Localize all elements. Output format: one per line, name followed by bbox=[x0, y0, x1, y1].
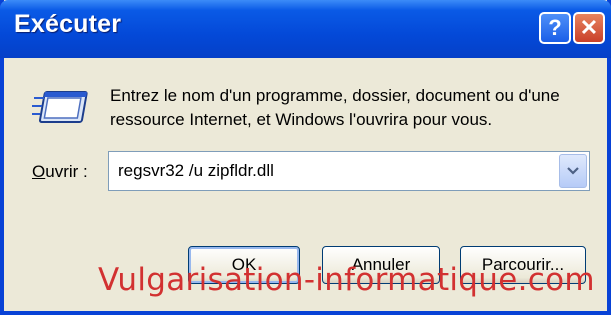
help-icon: ? bbox=[548, 15, 562, 40]
dropdown-button[interactable] bbox=[559, 154, 587, 188]
watermark-text: Vulgarisation-informatique.com bbox=[98, 262, 595, 298]
close-button[interactable]: ✕ bbox=[573, 12, 605, 44]
open-label-rest: uvrir : bbox=[45, 162, 88, 181]
dialog-description: Entrez le nom d'un programme, dossier, d… bbox=[110, 86, 560, 129]
open-label-mnemonic: O bbox=[32, 162, 46, 181]
help-button[interactable]: ? bbox=[539, 12, 571, 44]
window-title: Exécuter bbox=[14, 10, 122, 38]
close-icon: ✕ bbox=[579, 15, 599, 40]
title-bar[interactable]: Exécuter ? ✕ bbox=[0, 0, 611, 58]
run-icon bbox=[32, 91, 88, 123]
open-label: Ouvrir : bbox=[32, 162, 88, 182]
chevron-down-icon bbox=[567, 167, 579, 175]
open-input[interactable]: regsvr32 /u zipfldr.dll bbox=[118, 161, 274, 181]
run-dialog: Exécuter ? ✕ Entrez le nom d'un programm… bbox=[0, 0, 611, 315]
open-combobox[interactable]: regsvr32 /u zipfldr.dll bbox=[108, 151, 590, 191]
